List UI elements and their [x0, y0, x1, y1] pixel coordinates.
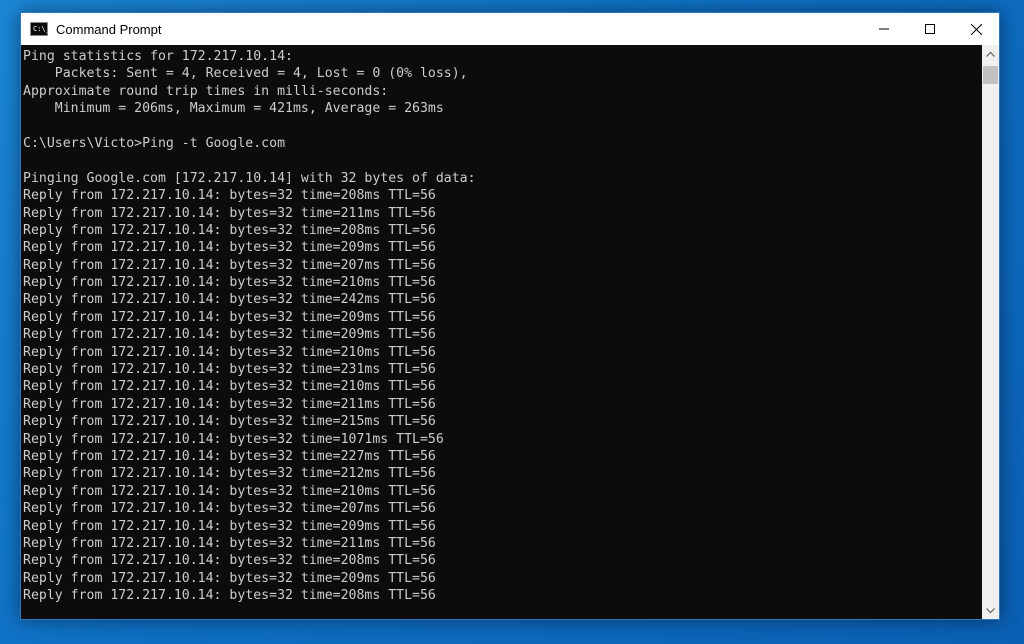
- console-output[interactable]: Ping statistics for 172.217.10.14: Packe…: [21, 45, 982, 619]
- scroll-up-button[interactable]: [982, 45, 999, 62]
- console-line: Reply from 172.217.10.14: bytes=32 time=…: [23, 257, 436, 273]
- console-line: Reply from 172.217.10.14: bytes=32 time=…: [23, 501, 436, 517]
- console-line: Reply from 172.217.10.14: bytes=32 time=…: [23, 518, 436, 534]
- console-line: Reply from 172.217.10.14: bytes=32 time=…: [23, 275, 436, 291]
- console-line: Reply from 172.217.10.14: bytes=32 time=…: [23, 379, 436, 395]
- minimize-icon: [879, 28, 889, 30]
- close-button[interactable]: [953, 13, 999, 45]
- console-line: Reply from 172.217.10.14: bytes=32 time=…: [23, 483, 436, 499]
- console-line: Reply from 172.217.10.14: bytes=32 time=…: [23, 240, 436, 256]
- console-line: Minimum = 206ms, Maximum = 421ms, Averag…: [23, 101, 444, 117]
- console-line: Reply from 172.217.10.14: bytes=32 time=…: [23, 466, 436, 482]
- window-title: Command Prompt: [56, 21, 162, 37]
- console-line: Packets: Sent = 4, Received = 4, Lost = …: [23, 66, 468, 82]
- console-line: Reply from 172.217.10.14: bytes=32 time=…: [23, 535, 436, 551]
- console-line: Reply from 172.217.10.14: bytes=32 time=…: [23, 431, 444, 447]
- console-line: Reply from 172.217.10.14: bytes=32 time=…: [23, 292, 436, 308]
- console-line: Reply from 172.217.10.14: bytes=32 time=…: [23, 414, 436, 430]
- console-line: Reply from 172.217.10.14: bytes=32 time=…: [23, 222, 436, 238]
- console-line: Reply from 172.217.10.14: bytes=32 time=…: [23, 588, 436, 604]
- vertical-scrollbar[interactable]: [982, 45, 999, 619]
- console-line: C:\Users\Victo>Ping -t Google.com: [23, 135, 286, 151]
- console-line: Reply from 172.217.10.14: bytes=32 time=…: [23, 344, 436, 360]
- title-bar[interactable]: C:\_ Command Prompt: [21, 13, 999, 45]
- console-line: Reply from 172.217.10.14: bytes=32 time=…: [23, 570, 436, 586]
- caption-buttons: [861, 13, 999, 45]
- console-line: Reply from 172.217.10.14: bytes=32 time=…: [23, 448, 436, 464]
- scroll-thumb[interactable]: [983, 66, 998, 84]
- chevron-up-icon: [986, 51, 995, 57]
- console-line: Reply from 172.217.10.14: bytes=32 time=…: [23, 553, 436, 569]
- chevron-down-icon: [986, 607, 995, 613]
- console-line: Reply from 172.217.10.14: bytes=32 time=…: [23, 188, 436, 204]
- command-prompt-window: C:\_ Command Prompt Ping statistics: [20, 12, 1000, 620]
- minimize-button[interactable]: [861, 13, 907, 45]
- console-line: Reply from 172.217.10.14: bytes=32 time=…: [23, 205, 436, 221]
- maximize-button[interactable]: [907, 13, 953, 45]
- console-line: Pinging Google.com [172.217.10.14] with …: [23, 170, 476, 186]
- close-icon: [970, 23, 982, 35]
- console-line: Reply from 172.217.10.14: bytes=32 time=…: [23, 327, 436, 343]
- scroll-down-button[interactable]: [982, 602, 999, 619]
- console-line: Reply from 172.217.10.14: bytes=32 time=…: [23, 362, 436, 378]
- console-line: Approximate round trip times in milli-se…: [23, 83, 389, 99]
- command-prompt-icon: C:\_: [30, 22, 48, 36]
- console-line: Reply from 172.217.10.14: bytes=32 time=…: [23, 309, 436, 325]
- maximize-icon: [925, 24, 935, 34]
- console-lines: Ping statistics for 172.217.10.14: Packe…: [21, 45, 982, 605]
- console-line: Reply from 172.217.10.14: bytes=32 time=…: [23, 396, 436, 412]
- console-line: Ping statistics for 172.217.10.14:: [23, 49, 293, 64]
